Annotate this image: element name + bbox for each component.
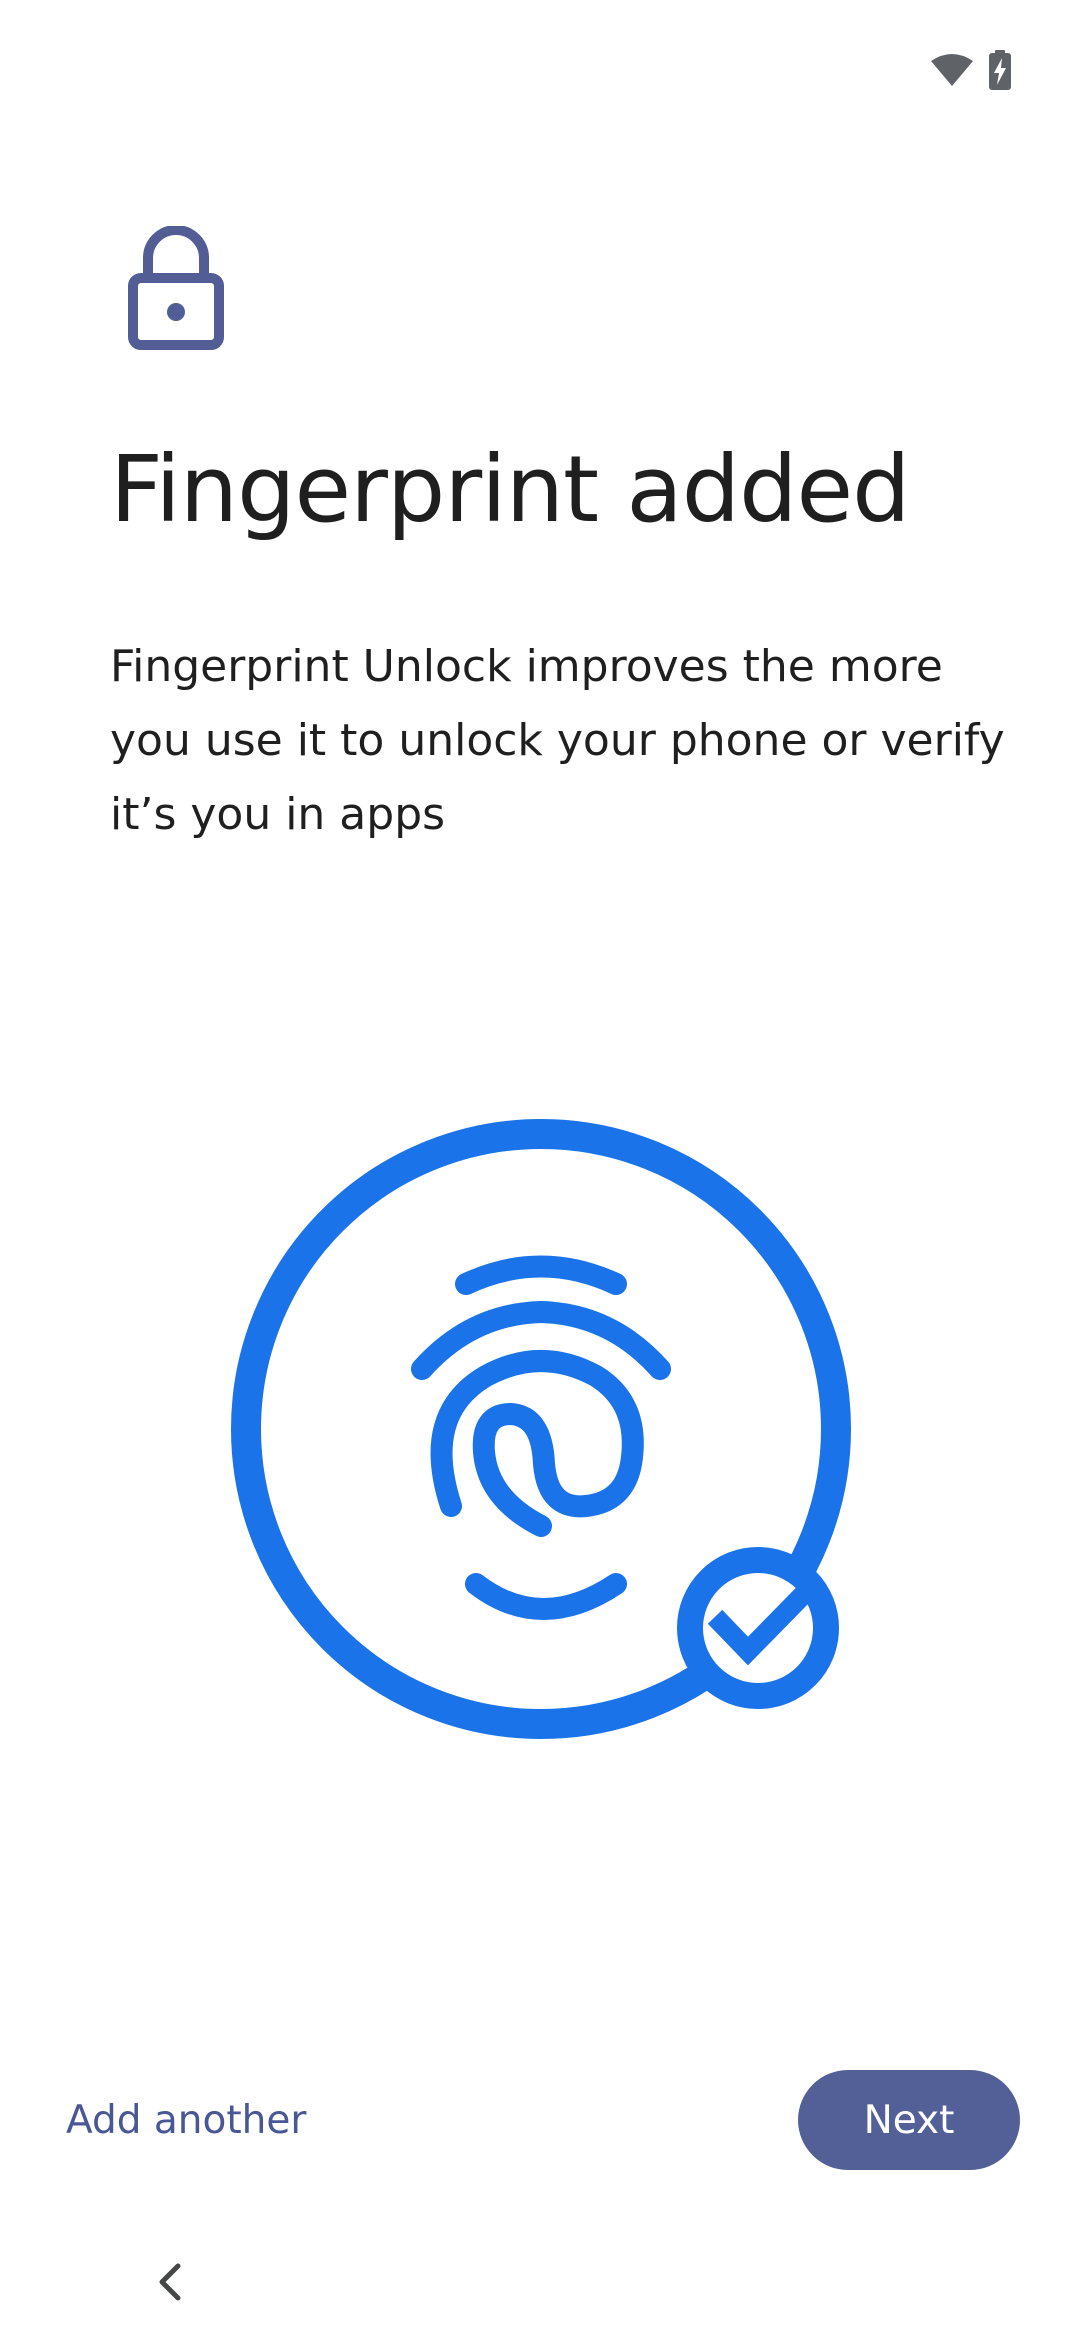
wifi-icon [930, 53, 974, 92]
battery-charging-icon [988, 50, 1012, 95]
status-icons [930, 50, 1012, 95]
back-chevron-icon[interactable] [148, 2254, 192, 2310]
lock-icon [128, 225, 224, 350]
fingerprint-success-icon [226, 1114, 856, 1744]
status-bar [0, 0, 1080, 140]
add-another-button[interactable]: Add another [50, 2070, 322, 2170]
next-button[interactable]: Next [798, 2070, 1020, 2170]
page-description: Fingerprint Unlock improves the more you… [110, 641, 1005, 840]
navigation-bar [0, 2230, 1080, 2340]
page-title: Fingerprint added [110, 436, 910, 543]
checkmark-icon [677, 1547, 839, 1709]
